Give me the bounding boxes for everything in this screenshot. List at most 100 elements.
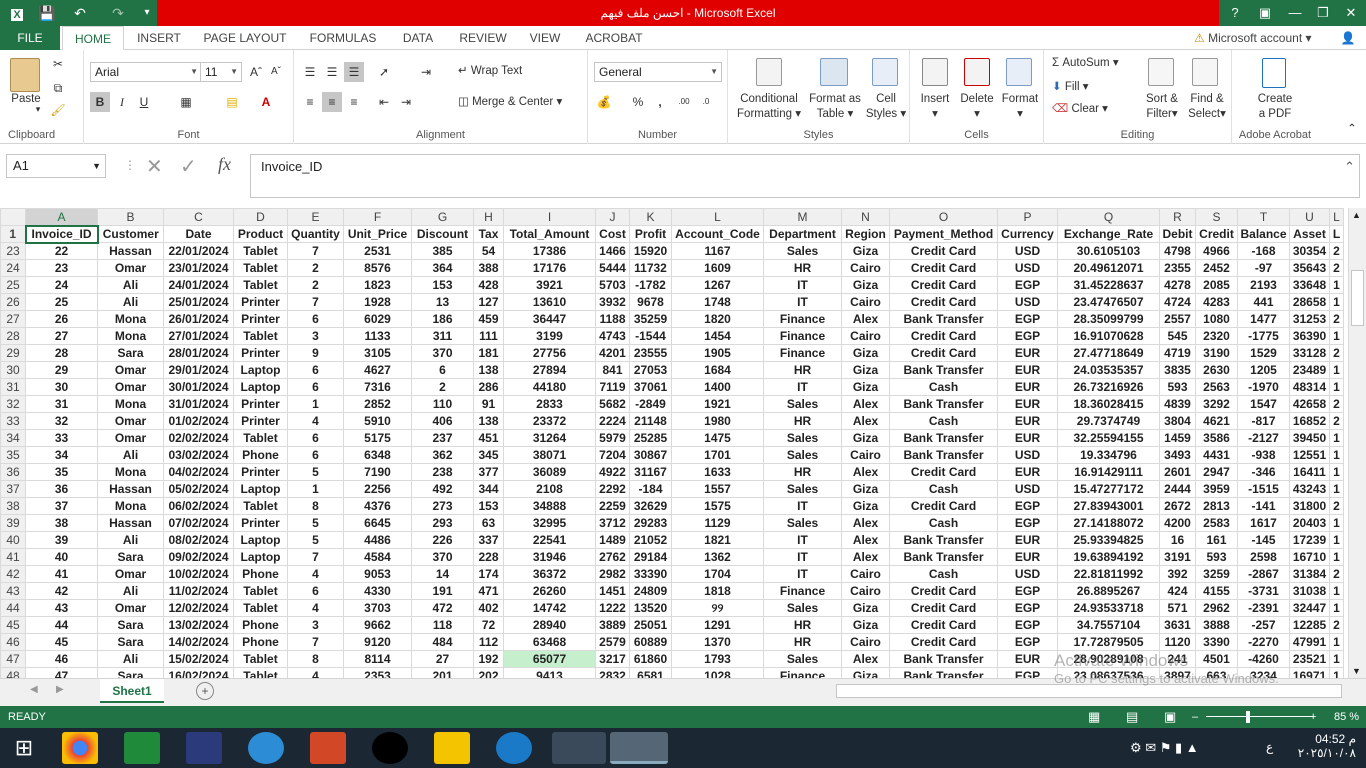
- cell[interactable]: -817: [1237, 412, 1290, 430]
- cell[interactable]: 25051: [629, 616, 672, 634]
- cell[interactable]: Printer: [233, 514, 288, 532]
- cell[interactable]: 17239: [1289, 531, 1330, 549]
- cell[interactable]: 30354: [1289, 242, 1330, 260]
- cell[interactable]: Cairo: [841, 582, 890, 600]
- cell[interactable]: 13610: [503, 293, 596, 311]
- cell[interactable]: 2: [1329, 259, 1344, 277]
- cell[interactable]: Sales: [763, 242, 842, 260]
- cell[interactable]: 2108: [503, 480, 596, 498]
- cell[interactable]: HR: [763, 616, 842, 634]
- increase-decimal-icon[interactable]: .00: [674, 92, 694, 112]
- cell[interactable]: 370: [411, 344, 474, 362]
- sort-filter-button[interactable]: Sort & Filter▾: [1140, 92, 1184, 122]
- cell[interactable]: 3: [287, 327, 344, 345]
- header-cell[interactable]: Balance: [1237, 225, 1290, 243]
- cell[interactable]: 181: [473, 344, 504, 362]
- cell[interactable]: EUR: [997, 395, 1058, 413]
- cell[interactable]: 112: [473, 633, 504, 651]
- cell[interactable]: 238: [411, 463, 474, 481]
- cell[interactable]: 1454: [671, 327, 764, 345]
- cell[interactable]: 6581: [629, 667, 672, 678]
- cell[interactable]: 31.45228637: [1057, 276, 1160, 294]
- cell[interactable]: -97: [1237, 259, 1290, 277]
- cell[interactable]: 15.47277172: [1057, 480, 1160, 498]
- cell[interactable]: Bank Transfer: [889, 395, 998, 413]
- header-cell[interactable]: Unit_Price: [343, 225, 412, 243]
- cell[interactable]: ୨୨: [671, 599, 764, 617]
- cell[interactable]: 4155: [1195, 582, 1238, 600]
- cell[interactable]: Alex: [841, 514, 890, 532]
- cell[interactable]: 4719: [1159, 344, 1196, 362]
- cell[interactable]: 24: [25, 276, 98, 294]
- cell[interactable]: 43243: [1289, 480, 1330, 498]
- cell[interactable]: 39: [25, 531, 98, 549]
- cell[interactable]: 2193: [1237, 276, 1290, 294]
- row-header[interactable]: 28: [0, 327, 26, 345]
- cell[interactable]: 1921: [671, 395, 764, 413]
- cell[interactable]: 12285: [1289, 616, 1330, 634]
- cell[interactable]: 36089: [503, 463, 596, 481]
- cell[interactable]: 392: [1159, 565, 1196, 583]
- cell[interactable]: 2762: [595, 548, 630, 566]
- cell[interactable]: 9120: [343, 633, 412, 651]
- row-header[interactable]: 43: [0, 582, 26, 600]
- cell[interactable]: Bank Transfer: [889, 650, 998, 668]
- cell[interactable]: 63: [473, 514, 504, 532]
- cell[interactable]: -1782: [629, 276, 672, 294]
- cell[interactable]: 228: [473, 548, 504, 566]
- cell[interactable]: 4: [287, 667, 344, 678]
- ribbon-display-icon[interactable]: ▣: [1250, 0, 1280, 26]
- cell[interactable]: 153: [473, 497, 504, 515]
- row-header[interactable]: 26: [0, 293, 26, 311]
- row-header[interactable]: 34: [0, 429, 26, 447]
- cell[interactable]: 4627: [343, 361, 412, 379]
- cell[interactable]: -2391: [1237, 599, 1290, 617]
- tab-review[interactable]: REVIEW: [452, 26, 514, 50]
- cell[interactable]: 2601: [1159, 463, 1196, 481]
- cell[interactable]: Sales: [763, 514, 842, 532]
- cell[interactable]: 6: [287, 446, 344, 464]
- accounting-format-icon[interactable]: 💰: [594, 92, 614, 112]
- cell[interactable]: 4486: [343, 531, 412, 549]
- cell[interactable]: Sara: [97, 548, 164, 566]
- cell[interactable]: -2867: [1237, 565, 1290, 583]
- cell[interactable]: 1793: [671, 650, 764, 668]
- cell[interactable]: 02/02/2024: [163, 429, 234, 447]
- cell[interactable]: 3835: [1159, 361, 1196, 379]
- cell[interactable]: Omar: [97, 565, 164, 583]
- cell[interactable]: 545: [1159, 327, 1196, 345]
- cell[interactable]: 1477: [1237, 310, 1290, 328]
- cell[interactable]: 1080: [1195, 310, 1238, 328]
- cell[interactable]: 14742: [503, 599, 596, 617]
- cell[interactable]: -1515: [1237, 480, 1290, 498]
- cell[interactable]: 2531: [343, 242, 412, 260]
- cell[interactable]: Credit Card: [889, 616, 998, 634]
- header-cell[interactable]: Department: [763, 225, 842, 243]
- cell[interactable]: 24809: [629, 582, 672, 600]
- row-header[interactable]: 39: [0, 514, 26, 532]
- cell[interactable]: Tablet: [233, 242, 288, 260]
- cell[interactable]: EUR: [997, 412, 1058, 430]
- cell[interactable]: 138: [473, 412, 504, 430]
- cell[interactable]: Credit Card: [889, 497, 998, 515]
- cell[interactable]: 345: [473, 446, 504, 464]
- cell[interactable]: Ali: [97, 276, 164, 294]
- cell[interactable]: 30/01/2024: [163, 378, 234, 396]
- cell[interactable]: Tablet: [233, 497, 288, 515]
- worksheet-grid[interactable]: ABCDEFGHIJKLMNOPQRSTUL 1 Invoice_ID Custom…: [0, 208, 1348, 678]
- account-menu[interactable]: ⚠ Microsoft account ▾: [1194, 26, 1334, 50]
- cell[interactable]: 1: [1329, 276, 1344, 294]
- cell[interactable]: 37: [25, 497, 98, 515]
- cell[interactable]: 10/02/2024: [163, 565, 234, 583]
- cell[interactable]: Giza: [841, 667, 890, 678]
- cell[interactable]: 35: [25, 463, 98, 481]
- cell[interactable]: 4584: [343, 548, 412, 566]
- cell[interactable]: Cash: [889, 514, 998, 532]
- cell[interactable]: 3259: [1195, 565, 1238, 583]
- tab-acrobat[interactable]: ACROBAT: [578, 26, 650, 50]
- cell[interactable]: Giza: [841, 378, 890, 396]
- cell[interactable]: Credit Card: [889, 327, 998, 345]
- align-middle-icon[interactable]: ☰: [322, 62, 342, 82]
- cell[interactable]: 1: [1329, 514, 1344, 532]
- cell[interactable]: 16852: [1289, 412, 1330, 430]
